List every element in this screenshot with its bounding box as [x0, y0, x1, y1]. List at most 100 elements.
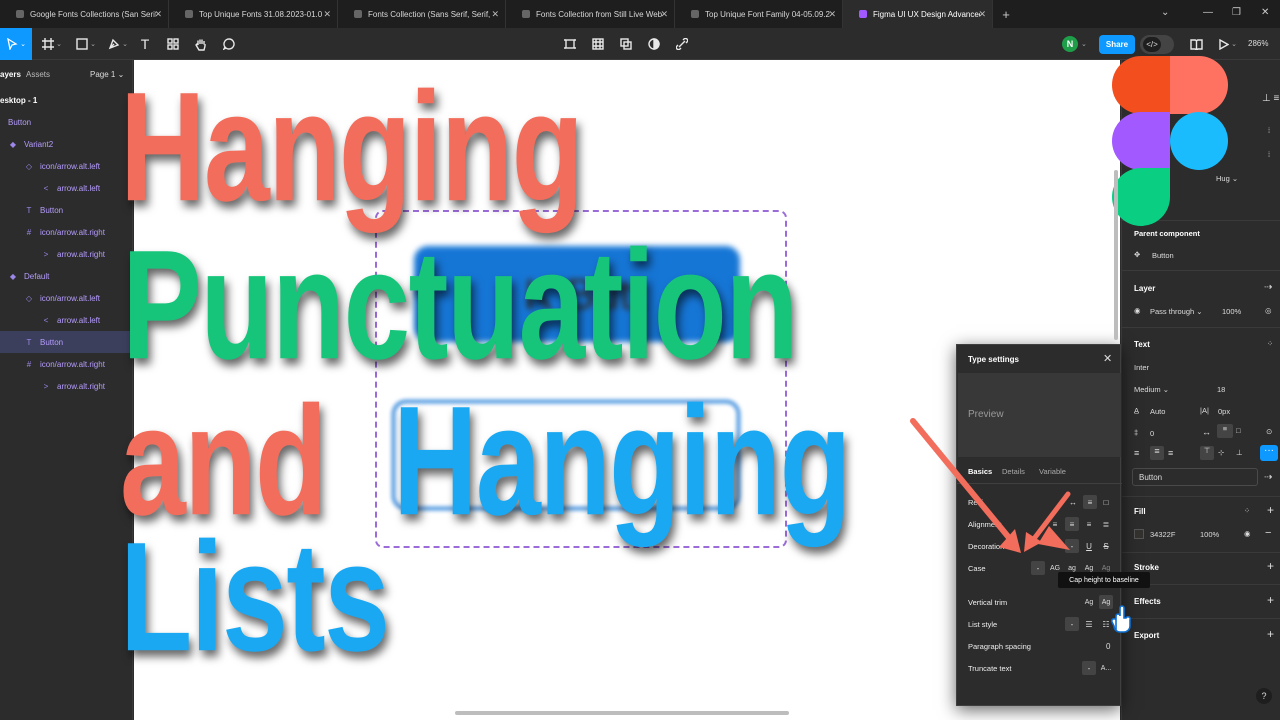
align-bottom-icon[interactable]: ⊥	[1236, 448, 1243, 457]
hand-tool-button[interactable]	[192, 32, 210, 56]
add-export-icon[interactable]: +	[1267, 627, 1274, 641]
mask-button[interactable]	[645, 32, 663, 56]
text-align-center-icon[interactable]: ≡	[1150, 446, 1164, 460]
layer-row-arrow-right[interactable]: > arrow.alt.right	[0, 243, 133, 265]
library-button[interactable]	[1187, 32, 1205, 56]
component-grid-button[interactable]	[589, 32, 607, 56]
layer-row-arrow-right[interactable]: > arrow.alt.right	[0, 375, 133, 397]
layer-row-icon-arrow-left[interactable]: ◇ icon/arrow.alt.left	[0, 287, 133, 309]
move-tool-button[interactable]: ⌄	[0, 28, 32, 60]
layer-row-variant2[interactable]: ◆ Variant2	[0, 133, 133, 155]
fill-styles-icon[interactable]: ⁘	[1244, 506, 1250, 515]
parent-component-name[interactable]: Button	[1152, 251, 1174, 260]
fill-color-swatch[interactable]	[1134, 529, 1144, 539]
align-distribute-icon[interactable]: ⊥ ≡	[1262, 93, 1279, 104]
list-none-button[interactable]: -	[1065, 617, 1079, 631]
text-styles-icon[interactable]: ⁘	[1267, 339, 1273, 348]
maximize-icon[interactable]: ❐	[1232, 7, 1241, 18]
text-align-right-icon[interactable]: ≡	[1168, 448, 1173, 458]
layer-row-desktop[interactable]: esktop - 1	[0, 89, 133, 111]
font-size-input[interactable]: 18	[1217, 385, 1225, 394]
boolean-button[interactable]	[617, 32, 635, 56]
minimize-icon[interactable]: —	[1203, 7, 1213, 18]
tab-still-live[interactable]: Fonts Collection from Still Live Web ✕	[506, 0, 675, 28]
bulleted-list-icon[interactable]: ☰	[1082, 617, 1096, 631]
vertical-scrollbar[interactable]	[1114, 170, 1118, 340]
crop-button[interactable]	[561, 32, 579, 56]
window-close-icon[interactable]: ✕	[1261, 7, 1269, 18]
auto-height-icon[interactable]: ≡	[1217, 424, 1233, 438]
vertical-trim-standard-icon[interactable]: Ag	[1082, 595, 1096, 609]
align-right-icon[interactable]: ≡	[1082, 517, 1096, 531]
tab-top-unique-fonts[interactable]: Top Unique Fonts 31.08.2023-01.0 ✕	[169, 0, 338, 28]
fixed-size-icon[interactable]: □	[1099, 495, 1113, 509]
font-family-dropdown[interactable]: Inter	[1134, 363, 1149, 372]
auto-height-icon[interactable]: ≡	[1083, 495, 1097, 509]
close-icon[interactable]: ✕	[154, 9, 162, 20]
align-top-icon[interactable]: ⊤	[1200, 446, 1214, 460]
fill-visibility-eye-icon[interactable]: ◉	[1244, 529, 1251, 538]
tab-top-unique-font-family[interactable]: Top Unique Font Family 04-05.09.2 ✕	[675, 0, 843, 28]
tab-layers[interactable]: ayers	[0, 70, 21, 79]
text-tool-button[interactable]: T	[136, 32, 154, 56]
layer-row-icon-arrow-right[interactable]: # icon/arrow.alt.right	[0, 353, 133, 375]
underline-button[interactable]: U	[1082, 539, 1096, 553]
tab-google-fonts[interactable]: Google Fonts Collections (San Serif ✕	[0, 0, 169, 28]
letter-spacing-input[interactable]: 0px	[1218, 407, 1230, 416]
auto-width-icon[interactable]: ↔	[1202, 427, 1211, 437]
avatar[interactable]: N	[1062, 36, 1078, 52]
eye-icon[interactable]: ◎	[1265, 306, 1272, 315]
layer-row-arrow-left[interactable]: < arrow.alt.left	[0, 177, 133, 199]
tab-assets[interactable]: Assets	[26, 70, 50, 79]
close-icon[interactable]: ✕	[491, 9, 499, 20]
new-tab-button[interactable]: +	[993, 7, 1019, 22]
horizontal-scrollbar[interactable]	[455, 711, 789, 715]
text-property-icon[interactable]: ⇢	[1264, 472, 1272, 483]
close-icon[interactable]: ✕	[660, 9, 668, 20]
add-stroke-icon[interactable]: +	[1267, 559, 1274, 573]
more-text-options-button[interactable]: ···	[1260, 445, 1278, 461]
add-effect-icon[interactable]: +	[1267, 593, 1274, 607]
link-button[interactable]	[673, 32, 691, 56]
zoom-level[interactable]: 286%	[1248, 39, 1268, 48]
remove-fill-icon[interactable]: −	[1265, 527, 1271, 539]
layer-opacity[interactable]: 100%	[1222, 307, 1241, 316]
layer-row-button-component[interactable]: Button	[0, 111, 133, 133]
truncate-ellipsis-button[interactable]: A...	[1099, 661, 1113, 675]
text-align-left-icon[interactable]: ≡	[1134, 448, 1139, 458]
type-settings-icon[interactable]: ⊙	[1266, 427, 1272, 436]
shape-tool-button[interactable]: ⌄	[72, 32, 100, 56]
close-icon[interactable]: ✕	[1103, 352, 1112, 365]
layer-row-button-text-selected[interactable]: T Button	[0, 331, 133, 353]
text-content-field[interactable]: Button	[1132, 468, 1258, 486]
pen-tool-button[interactable]: ⌄	[104, 32, 132, 56]
layer-row-arrow-left[interactable]: < arrow.alt.left	[0, 309, 133, 331]
line-height-input[interactable]: Auto	[1150, 407, 1165, 416]
justify-icon[interactable]: ≣	[1099, 517, 1113, 531]
fill-hex-input[interactable]: 34322F	[1150, 530, 1175, 539]
layer-settings-icon[interactable]: ⇢	[1264, 282, 1272, 293]
paragraph-spacing-value[interactable]: 0	[1106, 642, 1110, 651]
align-middle-icon[interactable]: ⊹	[1218, 448, 1224, 457]
layer-row-icon-arrow-right[interactable]: # icon/arrow.alt.right	[0, 221, 133, 243]
layer-row-default[interactable]: ◆ Default	[0, 265, 133, 287]
layer-row-icon-arrow-left[interactable]: ◇ icon/arrow.alt.left	[0, 155, 133, 177]
tab-figma-ui-ux[interactable]: Figma UI UX Design Advanced ✕	[843, 0, 993, 28]
tab-fonts-collection[interactable]: Fonts Collection (Sans Serif, Serif, D ✕	[338, 0, 506, 28]
add-fill-icon[interactable]: +	[1267, 503, 1274, 517]
paragraph-spacing-input[interactable]: 0	[1150, 429, 1154, 438]
dev-mode-toggle[interactable]: </>	[1140, 35, 1174, 54]
share-button[interactable]: Share	[1099, 35, 1135, 54]
present-button[interactable]: ⌄	[1216, 32, 1240, 56]
frame-tool-button[interactable]: ⌄	[38, 32, 66, 56]
close-icon[interactable]: ✕	[828, 9, 836, 20]
blend-mode-dropdown[interactable]: Pass through ⌄	[1150, 307, 1203, 316]
layer-row-button-text[interactable]: T Button	[0, 199, 133, 221]
fill-opacity-input[interactable]: 100%	[1200, 530, 1219, 539]
avatar-chevron-icon[interactable]: ⌄	[1081, 40, 1087, 48]
close-icon[interactable]: ✕	[978, 9, 986, 20]
resources-button[interactable]	[164, 32, 182, 56]
constraint-icon[interactable]: ⁞	[1268, 126, 1270, 135]
fixed-size-icon[interactable]: □	[1236, 426, 1241, 435]
font-weight-dropdown[interactable]: Medium ⌄	[1134, 385, 1169, 394]
